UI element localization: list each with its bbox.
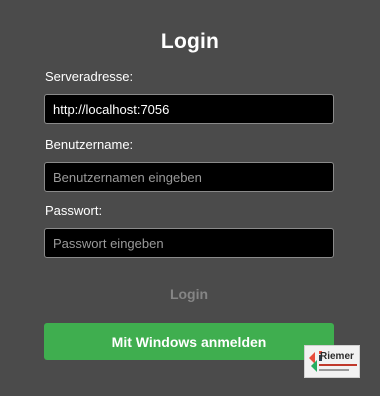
watermark-text: Riemer xyxy=(320,351,354,362)
server-address-label: Serveradresse: xyxy=(45,69,134,84)
password-input[interactable] xyxy=(44,228,334,258)
watermark-logo: Riemer xyxy=(304,345,360,378)
username-label: Benutzername: xyxy=(45,137,134,152)
server-address-input[interactable] xyxy=(44,94,334,124)
login-button[interactable]: Login xyxy=(44,282,334,306)
watermark-line xyxy=(319,369,349,371)
watermark-line xyxy=(319,364,357,366)
windows-login-button[interactable]: Mit Windows anmelden xyxy=(44,323,334,360)
username-input[interactable] xyxy=(44,162,334,192)
password-label: Passwort: xyxy=(45,203,103,218)
page-title: Login xyxy=(160,30,220,53)
